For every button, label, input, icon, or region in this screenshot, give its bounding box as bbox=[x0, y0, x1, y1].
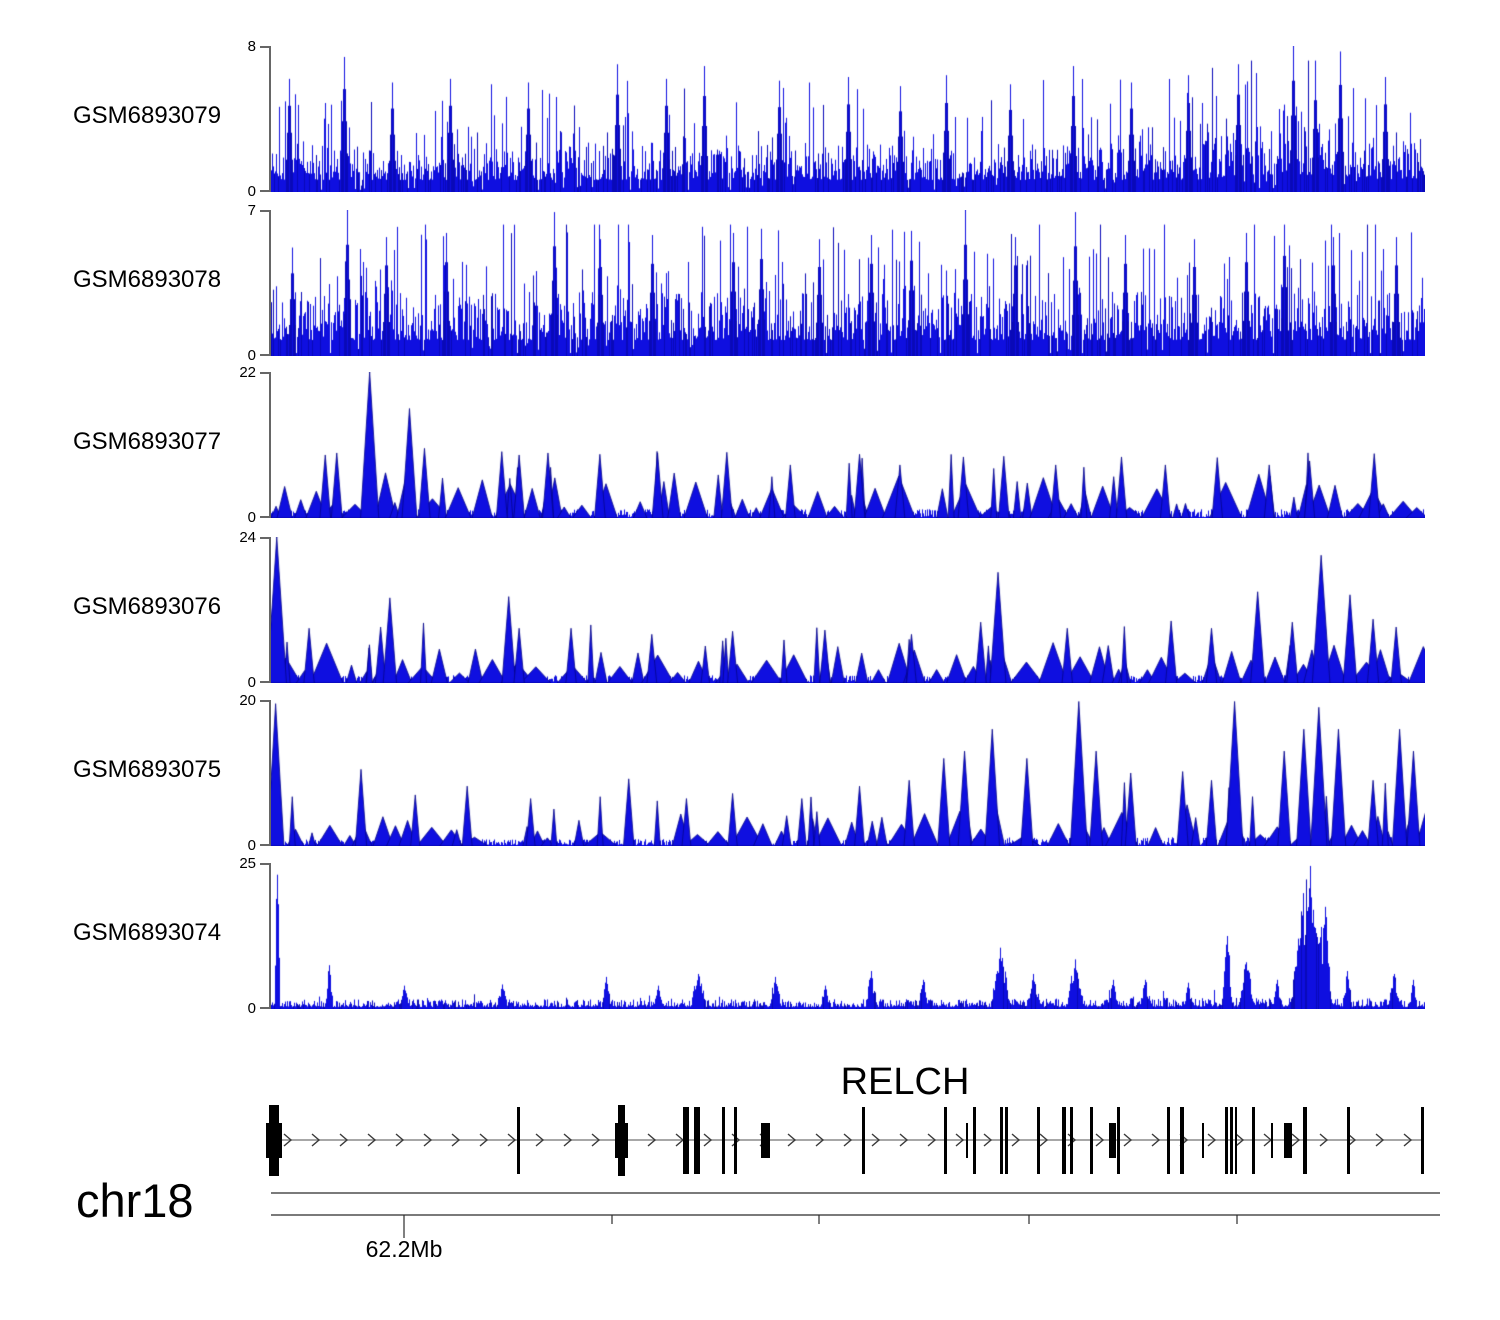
y-axis-max-label: 20 bbox=[186, 692, 256, 709]
y-axis-top-tick bbox=[260, 46, 270, 48]
genome-browser-figure: GSM6893079 8 0 GSM6893078 7 0 GSM6893077… bbox=[0, 0, 1500, 1320]
y-axis-top-tick bbox=[260, 700, 270, 702]
y-axis-top-tick bbox=[260, 537, 270, 539]
y-axis-max-label: 8 bbox=[186, 38, 256, 55]
coverage-signal-canvas bbox=[271, 372, 1425, 518]
coverage-track: GSM6893078 7 0 bbox=[0, 210, 1500, 356]
exon-rect bbox=[1062, 1107, 1066, 1174]
coverage-signal-canvas bbox=[271, 863, 1425, 1009]
gene-name-label: RELCH bbox=[755, 1062, 1055, 1102]
y-axis-zero-label: 0 bbox=[186, 1000, 256, 1017]
exon-rect bbox=[1167, 1107, 1170, 1174]
y-axis-bottom-tick bbox=[260, 190, 270, 192]
coverage-track: GSM6893074 25 0 bbox=[0, 863, 1500, 1009]
y-axis-bottom-tick bbox=[260, 354, 270, 356]
exon-rect bbox=[966, 1123, 968, 1158]
exon-rect bbox=[1230, 1107, 1233, 1174]
exon-rect bbox=[1202, 1123, 1204, 1158]
coverage-signal-canvas bbox=[271, 46, 1425, 192]
exon-utr-rect bbox=[615, 1123, 628, 1158]
y-axis-bottom-tick bbox=[260, 844, 270, 846]
exon-rect bbox=[1284, 1123, 1292, 1158]
y-axis-top-tick bbox=[260, 210, 270, 212]
y-axis-max-label: 25 bbox=[186, 855, 256, 872]
y-axis-bottom-tick bbox=[260, 681, 270, 683]
exon-rect bbox=[694, 1107, 700, 1174]
exon-rect bbox=[1117, 1107, 1120, 1174]
exon-rect bbox=[973, 1107, 976, 1174]
exon-rect bbox=[1347, 1107, 1350, 1174]
exon-rect bbox=[761, 1123, 770, 1158]
exon-rect bbox=[1037, 1107, 1040, 1174]
track-sample-label: GSM6893076 bbox=[73, 593, 221, 621]
exon-rect bbox=[1235, 1107, 1237, 1174]
chromosome-label: chr18 bbox=[76, 1176, 194, 1226]
exon-rect bbox=[1303, 1107, 1307, 1174]
exon-rect bbox=[1225, 1107, 1228, 1174]
y-axis-max-label: 22 bbox=[186, 364, 256, 381]
y-axis-top-tick bbox=[260, 372, 270, 374]
exon-rect bbox=[1090, 1107, 1093, 1174]
exon-rect bbox=[722, 1107, 725, 1174]
y-axis-bottom-tick bbox=[260, 516, 270, 518]
coverage-track: GSM6893076 24 0 bbox=[0, 537, 1500, 683]
track-sample-label: GSM6893077 bbox=[73, 428, 221, 456]
coordinate-tick-label: 62.2Mb bbox=[324, 1237, 484, 1262]
y-axis-max-label: 7 bbox=[186, 202, 256, 219]
y-axis-zero-label: 0 bbox=[186, 509, 256, 526]
y-axis-bottom-tick bbox=[260, 1007, 270, 1009]
coverage-signal-canvas bbox=[271, 537, 1425, 683]
y-axis-max-label: 24 bbox=[186, 529, 256, 546]
exon-utr-rect bbox=[266, 1123, 282, 1158]
exon-rect bbox=[683, 1107, 689, 1174]
coverage-track: GSM6893075 20 0 bbox=[0, 700, 1500, 846]
y-axis-zero-label: 0 bbox=[186, 837, 256, 854]
y-axis-zero-label: 0 bbox=[186, 674, 256, 691]
track-sample-label: GSM6893075 bbox=[73, 756, 221, 784]
y-axis-top-tick bbox=[260, 863, 270, 865]
exon-rect bbox=[1070, 1107, 1073, 1174]
coverage-signal-canvas bbox=[271, 210, 1425, 356]
track-sample-label: GSM6893078 bbox=[73, 266, 221, 294]
exon-rect bbox=[517, 1107, 520, 1174]
exon-rect bbox=[1180, 1107, 1184, 1174]
exon-rect bbox=[862, 1107, 865, 1174]
coverage-track: GSM6893079 8 0 bbox=[0, 46, 1500, 192]
track-sample-label: GSM6893074 bbox=[73, 919, 221, 947]
coverage-track: GSM6893077 22 0 bbox=[0, 372, 1500, 518]
y-axis-zero-label: 0 bbox=[186, 347, 256, 364]
exon-rect bbox=[1271, 1123, 1273, 1158]
track-sample-label: GSM6893079 bbox=[73, 102, 221, 130]
exon-rect bbox=[1252, 1107, 1255, 1174]
exon-rect bbox=[944, 1107, 947, 1174]
exon-rect bbox=[734, 1107, 737, 1174]
exon-rect bbox=[1109, 1123, 1116, 1158]
exon-rect bbox=[1421, 1107, 1424, 1174]
exon-rect bbox=[1000, 1107, 1003, 1174]
exon-rect bbox=[1005, 1107, 1008, 1174]
y-axis-zero-label: 0 bbox=[186, 183, 256, 200]
coverage-signal-canvas bbox=[271, 700, 1425, 846]
gene-model-svg bbox=[0, 1040, 1500, 1285]
